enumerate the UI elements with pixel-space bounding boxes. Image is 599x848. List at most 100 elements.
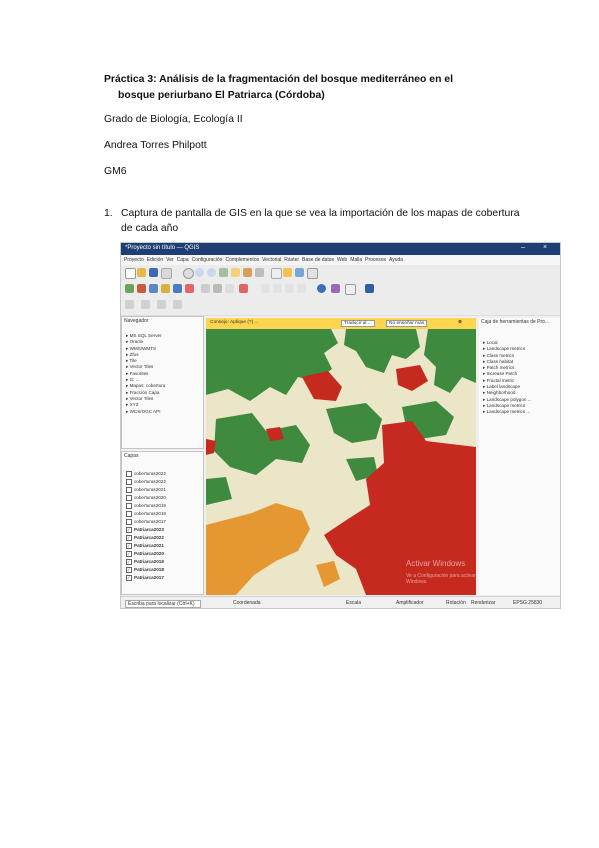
crs-label[interactable]: EPSG:25830 [513, 600, 542, 606]
node-tool-icon[interactable] [213, 284, 222, 293]
map-canvas[interactable]: Activar Windows Ve a Configuración para … [206, 329, 476, 595]
layer-row[interactable]: ✓ Patriarca2019 [126, 558, 166, 566]
layer-checkbox[interactable]: ✓ [126, 558, 132, 565]
browser-item[interactable]: ▸ WCS/OGC API [126, 409, 165, 415]
menu-item[interactable]: Base de datos [302, 255, 334, 265]
refresh-icon[interactable] [255, 268, 264, 277]
layer-row[interactable]: coberturas2020 [126, 494, 166, 502]
graph-icon[interactable] [345, 284, 356, 295]
zoom-full-icon[interactable] [219, 268, 228, 277]
save-icon[interactable] [149, 268, 158, 277]
menu-item[interactable]: Ayuda [389, 255, 403, 265]
measure-icon[interactable] [307, 268, 318, 279]
layer-row[interactable]: coberturas2019 [126, 502, 166, 510]
zoom-layer-icon[interactable] [231, 268, 240, 277]
item-number: 1. [104, 208, 113, 219]
zoom-in-icon[interactable] [195, 268, 204, 277]
add-csv-icon[interactable] [149, 284, 158, 293]
selection-tool-icon[interactable] [125, 300, 134, 309]
layer-checkbox[interactable] [126, 502, 132, 509]
locator-search-input[interactable]: Escriba para localizar (Ctrl+K) [125, 600, 201, 608]
browser-item[interactable]: ▸ Mapas: cobertura [126, 383, 165, 389]
gdal-icon[interactable] [239, 284, 248, 293]
layer-checkbox[interactable] [126, 518, 132, 525]
author-line: Andrea Torres Philpott [104, 140, 207, 151]
menu-item[interactable]: Ráster [284, 255, 299, 265]
identify-icon[interactable] [271, 268, 282, 279]
layer-row[interactable]: ✓ Patriarca2017 [126, 574, 166, 582]
layer-checkbox[interactable]: ✓ [126, 526, 132, 533]
menu-item[interactable]: Procesos [365, 255, 386, 265]
close-icon[interactable]: × [543, 244, 547, 251]
attribute-table-icon[interactable] [295, 268, 304, 277]
layer-row[interactable]: coberturas2017 [126, 518, 166, 526]
layer-name: coberturas2022 [134, 471, 166, 476]
layer-checkbox[interactable]: ✓ [126, 566, 132, 573]
tool-icon[interactable] [297, 284, 306, 293]
pan-icon[interactable] [183, 268, 194, 279]
layer-row[interactable]: ✓ Patriarca2022 [126, 534, 166, 542]
layer-checkbox[interactable]: ✓ [126, 574, 132, 581]
edit-icon[interactable] [201, 284, 210, 293]
layer-name: Patriarca2020 [134, 551, 164, 556]
layer-checkbox[interactable] [126, 494, 132, 501]
layer-row[interactable]: ✓ Patriarca2023 [126, 526, 166, 534]
wms-icon[interactable] [173, 284, 182, 293]
menu-item[interactable]: Malla [350, 255, 362, 265]
selection-tool-icon[interactable] [141, 300, 150, 309]
message-button-2[interactable]: No enseñar más [386, 320, 428, 327]
layer-checkbox[interactable] [126, 510, 132, 517]
tool-icon[interactable] [285, 284, 294, 293]
add-vector-icon[interactable] [137, 284, 146, 293]
menu-item[interactable]: Edición [147, 255, 163, 265]
toolbox-item[interactable]: ▸ Landscape metrics [483, 346, 532, 352]
python-console-icon[interactable] [317, 284, 326, 293]
plugin-icon[interactable] [331, 284, 340, 293]
selection-tool-icon[interactable] [173, 300, 182, 309]
watermark-subtitle: Ve a Configuración para activar Windows. [406, 573, 476, 585]
menu-item[interactable]: Configuración [192, 255, 223, 265]
select-icon[interactable] [283, 268, 292, 277]
layer-row[interactable]: coberturas2022 [126, 478, 166, 486]
digitize-icon[interactable] [161, 284, 170, 293]
menu-item[interactable]: Capa [177, 255, 189, 265]
layer-checkbox[interactable]: ✓ [126, 542, 132, 549]
message-button-1[interactable]: Traducir al ... [341, 320, 375, 327]
menu-item[interactable]: Web [337, 255, 347, 265]
add-raster-icon[interactable] [125, 284, 134, 293]
layer-row[interactable]: coberturas2018 [126, 510, 166, 518]
processing-icon[interactable] [365, 284, 374, 293]
open-folder-icon[interactable] [137, 268, 146, 277]
layer-row[interactable]: ✓ Patriarca2020 [126, 550, 166, 558]
menu-item[interactable]: Vectorial [262, 255, 281, 265]
layer-checkbox[interactable] [126, 470, 132, 477]
print-layout-icon[interactable] [161, 268, 172, 279]
menu-item[interactable]: Ver [166, 255, 174, 265]
tool-icon[interactable] [261, 284, 270, 293]
group-line: GM6 [104, 166, 127, 177]
tool-icon[interactable] [273, 284, 282, 293]
layer-row[interactable]: coberturas2021 [126, 486, 166, 494]
toolbox-item[interactable]: ▸ Landscape metrics ... [483, 409, 532, 415]
layer-row[interactable]: coberturas2022 [126, 470, 166, 478]
zoom-out-icon[interactable] [207, 268, 216, 277]
toolbar-1 [121, 265, 560, 282]
message-close-icon[interactable]: ⊗ [458, 320, 462, 325]
render-label[interactable]: Renderizar [471, 600, 495, 606]
layer-checkbox[interactable]: ✓ [126, 550, 132, 557]
layer-checkbox[interactable] [126, 486, 132, 493]
layer-row[interactable]: ✓ Patriarca2018 [126, 566, 166, 574]
toolbox-tree: ▸ Local ▸ Landscape metrics ▸ Class metric… [483, 340, 532, 416]
minimize-icon[interactable]: – [521, 244, 525, 251]
selection-tool-icon[interactable] [157, 300, 166, 309]
zoom-selection-icon[interactable] [243, 268, 252, 277]
layer-checkbox[interactable]: ✓ [126, 534, 132, 541]
course-line: Grado de Biología, Ecología II [104, 114, 243, 125]
layer-row[interactable]: ✓ Patriarca2021 [126, 542, 166, 550]
menu-item[interactable]: Complementos [225, 255, 259, 265]
add-layer-icon[interactable] [185, 284, 194, 293]
menu-item[interactable]: Proyecto [124, 255, 144, 265]
new-project-icon[interactable] [125, 268, 136, 279]
label-icon[interactable] [225, 284, 234, 293]
layer-checkbox[interactable] [126, 478, 132, 485]
